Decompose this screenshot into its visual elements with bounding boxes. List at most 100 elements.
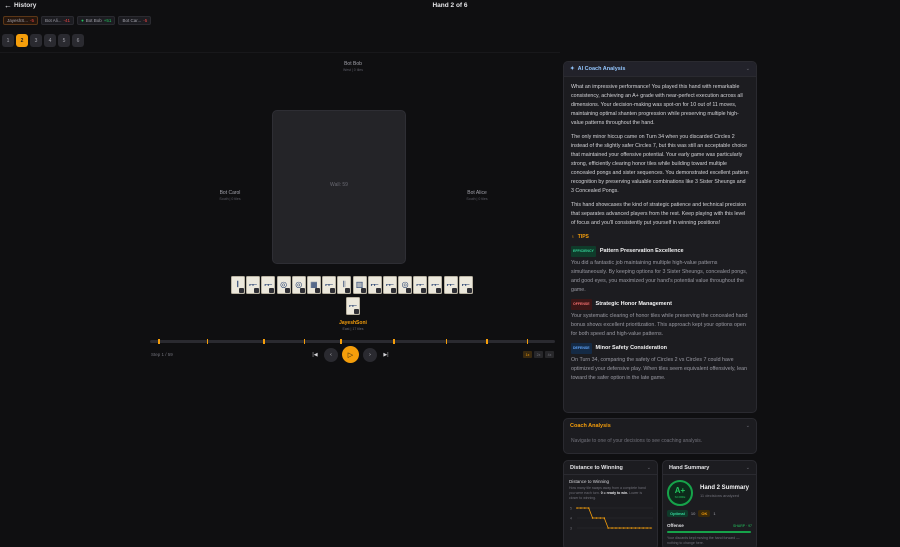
- hand-button-3[interactable]: 3: [30, 34, 42, 47]
- distance-point: [611, 527, 613, 529]
- distance-panel: Distance to Winning ⌄ Distance to Winnin…: [563, 460, 658, 547]
- hand-button-5[interactable]: 5: [58, 34, 70, 47]
- hand-button-6[interactable]: 6: [72, 34, 84, 47]
- distance-point: [615, 527, 617, 529]
- ok-chip: OK: [698, 510, 711, 517]
- hand-tile[interactable]: 𝄃: [337, 276, 352, 294]
- tile-marker: [284, 288, 290, 293]
- hand-tile[interactable]: ◎: [291, 276, 306, 294]
- hand-button-4[interactable]: 4: [44, 34, 56, 47]
- seat-north: Bot Bob West | 0 tiles: [320, 61, 386, 72]
- offense-label: Offense: [667, 523, 684, 528]
- prev-step-button[interactable]: ‹: [324, 347, 338, 362]
- timeline-marker[interactable]: [158, 339, 160, 344]
- tip-header: DEFENSE Minor Safety Consideration: [571, 343, 750, 354]
- coach-analysis-panel: Coach Analysis ⌄ Navigate to one of your…: [563, 418, 757, 454]
- timeline-marker[interactable]: [393, 339, 395, 344]
- tile-marker: [436, 288, 442, 293]
- player-chip: ● Bot Bob +51: [77, 16, 116, 25]
- distance-header[interactable]: Distance to Winning ⌄: [564, 461, 657, 475]
- grade-value: A+: [674, 486, 686, 495]
- timeline-marker[interactable]: [486, 339, 488, 344]
- speed-1x[interactable]: 1x: [523, 351, 532, 358]
- hand-tile[interactable]: 𐎀: [367, 276, 382, 294]
- decision-chips: Optimal 10 OK 1: [667, 510, 716, 517]
- page-title: Hand 2 of 6: [432, 2, 468, 9]
- player-chip: JayeshS... -5: [3, 16, 39, 25]
- hand-tile[interactable]: 𐎀: [458, 276, 473, 294]
- hand-tile[interactable]: ◎: [276, 276, 291, 294]
- tip-header: EFFICIENCY Pattern Preservation Excellenc…: [571, 246, 750, 257]
- player-hand: 𝄃 𐎀 𐎀 ◎ ◎ ▦ 𐎀 𝄃 ▥ 𐎀 𐎀 ◎ 𐎀 𐎀 𐎀 𐎀: [231, 276, 473, 294]
- panel-title: Hand Summary: [669, 464, 710, 471]
- hand-tile[interactable]: 𐎀: [428, 276, 443, 294]
- replay-timeline[interactable]: [150, 339, 555, 344]
- distance-point: [650, 527, 652, 529]
- tile-marker: [406, 288, 412, 293]
- hand-tile[interactable]: ▥: [352, 276, 367, 294]
- speed-2x[interactable]: 2x: [534, 351, 543, 358]
- hand-button-2[interactable]: 2: [16, 34, 28, 47]
- tip-body: Your systematic clearing of honor tiles …: [571, 313, 748, 337]
- player-chip-delta: -41: [63, 18, 71, 23]
- hand-tile[interactable]: 𝄃: [231, 276, 245, 294]
- distance-point: [646, 527, 648, 529]
- drawn-tile[interactable]: 𐎀: [346, 297, 360, 315]
- timeline-marker[interactable]: [303, 339, 306, 344]
- chevron-down-icon[interactable]: ⌄: [746, 465, 750, 471]
- timeline-marker[interactable]: [340, 339, 342, 344]
- skip-first-button[interactable]: |◀: [310, 348, 320, 362]
- hand-button-1[interactable]: 1: [2, 34, 14, 47]
- distance-chart: 5 4 3: [570, 507, 653, 531]
- tile-marker: [375, 288, 381, 293]
- distance-point: [595, 517, 598, 519]
- offense-bar: [667, 531, 751, 533]
- coach-analysis-header[interactable]: Coach Analysis ⌄: [564, 419, 756, 433]
- tile-marker: [451, 288, 457, 293]
- offense-text: Your discards kept moving the hand forwa…: [667, 536, 740, 545]
- seat-name: Bot Alice: [467, 190, 487, 196]
- seat-info: South | 0 tiles: [219, 197, 241, 201]
- coach-paragraph: This hand showcases the kind of strategi…: [571, 202, 747, 226]
- y-tick-label: 5: [570, 507, 572, 511]
- chevron-down-icon[interactable]: ⌄: [746, 66, 750, 72]
- timeline-marker[interactable]: [526, 339, 529, 344]
- player-chip-name: JayeshS...: [7, 18, 29, 23]
- player-info: East | 17 tiles: [342, 327, 364, 331]
- tip-badge: DEFENSE: [571, 343, 592, 354]
- chart-description: How many tile swaps away from a complete…: [569, 486, 652, 501]
- summary-header[interactable]: Hand Summary ⌄: [663, 461, 756, 475]
- chevron-down-icon[interactable]: ⌄: [647, 465, 651, 471]
- decisions-count: 11 decisions analyzed: [700, 493, 740, 498]
- speed-4x[interactable]: 4x: [545, 351, 554, 358]
- hand-tile[interactable]: 𐎀: [261, 276, 276, 294]
- panel-title: AI Coach Analysis: [577, 66, 626, 72]
- ai-coach-header[interactable]: ✦ AI Coach Analysis ⌄: [564, 62, 756, 77]
- hand-tile[interactable]: 𐎀: [382, 276, 397, 294]
- play-button[interactable]: ▷: [342, 346, 359, 363]
- hand-tile[interactable]: 𐎀: [413, 276, 428, 294]
- next-step-button[interactable]: ›: [363, 347, 377, 362]
- seat-info: South | 0 tiles: [466, 197, 488, 201]
- grade-label: SCORE: [674, 495, 686, 499]
- tile-marker: [314, 288, 320, 293]
- hand-tile[interactable]: 𐎀: [443, 276, 458, 294]
- skip-last-button[interactable]: ▶|: [381, 348, 391, 362]
- hand-tile[interactable]: 𐎀: [246, 276, 261, 294]
- y-tick-label: 4: [570, 517, 572, 521]
- tile-marker: [254, 288, 260, 293]
- hand-tile[interactable]: 𐎀: [322, 276, 337, 294]
- timeline-marker[interactable]: [263, 339, 265, 344]
- timeline-marker[interactable]: [445, 339, 448, 344]
- distance-point: [622, 527, 625, 529]
- chevron-down-icon[interactable]: ⌄: [746, 423, 750, 429]
- tips-heading: ♁ TIPS: [571, 233, 750, 242]
- hand-tile[interactable]: ◎: [398, 276, 413, 294]
- distance-point: [580, 507, 582, 509]
- tip-badge: OFFENSE: [571, 299, 592, 310]
- hand-tile[interactable]: ▦: [306, 276, 321, 294]
- desc-emphasis: 0 = ready to win.: [600, 491, 629, 495]
- tip-title: Minor Safety Consideration: [595, 345, 668, 351]
- timeline-marker[interactable]: [206, 339, 209, 344]
- tile-marker: [239, 288, 244, 293]
